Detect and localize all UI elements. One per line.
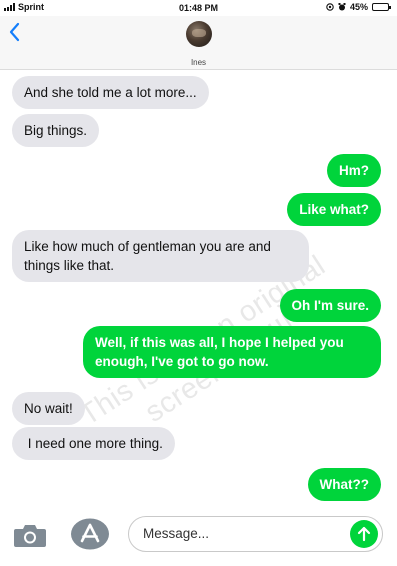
message-bubble-incoming[interactable]: And she told me a lot more... [12,76,209,109]
status-right: 45% [326,2,391,12]
message-input[interactable] [143,517,343,550]
status-bar: Sprint 01:48 PM 45% [0,0,397,16]
arrow-up-icon [357,526,371,542]
battery-icon [372,3,391,11]
battery-percent: 45% [349,2,368,12]
avatar[interactable] [186,21,212,47]
conversation-header: Ines [0,16,397,70]
message-bubble-outgoing[interactable]: Oh I'm sure. [279,289,381,322]
alarm-icon [338,3,346,11]
message-bubble-outgoing[interactable]: What?? [307,468,381,501]
message-bubble-outgoing[interactable]: Hm? [327,154,381,187]
message-bubble-incoming[interactable]: Big things. [12,114,100,147]
message-thread[interactable]: This is not an original screenshot!!! An… [0,70,397,512]
message-bubble-incoming[interactable]: No wait! [12,392,85,425]
message-bubble-incoming[interactable]: I need one more thing. [12,427,175,460]
send-button[interactable] [350,520,378,548]
message-field[interactable] [128,516,383,552]
input-bar [0,512,397,566]
message-bubble-outgoing[interactable]: Like what? [287,193,381,226]
contact-name[interactable]: Ines [0,58,397,67]
location-icon [326,3,334,11]
camera-icon[interactable] [12,522,48,548]
message-bubble-incoming[interactable]: Like how much of gentleman you are and t… [12,230,309,282]
app-store-icon[interactable] [70,518,110,550]
message-bubble-outgoing[interactable]: Well, if this was all, I hope I helped y… [83,326,381,378]
chevron-left-icon[interactable] [8,22,24,42]
